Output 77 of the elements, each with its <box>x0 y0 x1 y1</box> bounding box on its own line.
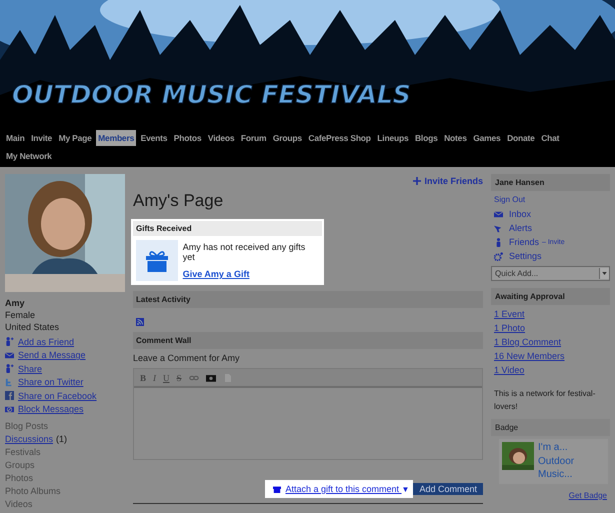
bird-icon <box>5 378 14 387</box>
profile-action-link[interactable]: Share on Facebook <box>18 390 97 401</box>
plus-icon <box>413 177 422 185</box>
profile-action-link[interactable]: Send a Message <box>18 350 86 360</box>
approval-link[interactable]: 1 Video <box>494 365 610 375</box>
nav-tab[interactable]: My Page <box>56 130 94 146</box>
page-title: Amy's Page <box>133 191 224 211</box>
profile-action-link[interactable]: Add as Friend <box>18 336 74 347</box>
approval-link[interactable]: 1 Blog Comment <box>494 337 610 347</box>
user-menu-link[interactable]: Settings <box>509 251 542 261</box>
approval-link[interactable]: 16 New Members <box>494 351 610 361</box>
profile-gender: Female <box>5 310 36 320</box>
person-plus-icon <box>5 337 14 346</box>
badge-text: Outdoor <box>538 454 574 468</box>
badge-text: Music... <box>538 468 574 482</box>
section-link[interactable]: Discussions <box>5 434 54 444</box>
format-button[interactable]: S <box>176 372 182 382</box>
user-menu-link[interactable]: Friends <box>509 237 540 247</box>
section-heading: Comment Wall <box>133 332 483 349</box>
add-comment-button[interactable]: Add Comment <box>413 483 483 495</box>
camera-icon[interactable] <box>206 374 216 382</box>
gift-icon <box>144 250 169 272</box>
nav-tab[interactable]: Invite <box>29 130 54 146</box>
person-icon <box>494 238 503 246</box>
nav-tab[interactable]: Chat <box>539 130 562 146</box>
nav-tab[interactable]: Groups <box>270 130 304 146</box>
envelope-icon <box>494 210 503 218</box>
section-count: (1) <box>56 434 68 444</box>
approval-link[interactable]: 1 Event <box>494 309 610 319</box>
get-badge-link[interactable]: Get Badge <box>568 490 607 500</box>
nav-tab[interactable]: Lineups <box>375 130 410 146</box>
gear-icon <box>494 252 503 260</box>
format-button[interactable]: B <box>140 372 146 382</box>
nav-tab[interactable]: Forum <box>238 130 268 146</box>
section-heading: Gifts Received <box>133 221 322 236</box>
gift-icon <box>273 485 282 493</box>
profile-country: United States <box>5 322 60 332</box>
sign-out-link[interactable]: Sign Out <box>494 195 610 204</box>
nav-tab[interactable]: Notes <box>442 130 469 146</box>
section-heading: Awaiting Approval <box>491 288 610 305</box>
comment-editor[interactable]: B I U S <box>133 368 483 460</box>
section-heading: Badge <box>491 419 610 436</box>
envelope-icon <box>5 350 14 360</box>
dropdown-arrow-icon <box>602 272 607 275</box>
nav-tab[interactable]: Events <box>138 130 170 146</box>
comment-prompt: Leave a Comment for Amy <box>133 353 241 363</box>
blocked-envelope-icon <box>5 404 14 414</box>
format-button[interactable]: I <box>153 372 156 382</box>
nav-tab[interactable]: Blogs <box>412 130 440 146</box>
approval-link[interactable]: 1 Photo <box>494 323 610 333</box>
profile-action-link[interactable]: Block Messages <box>18 404 84 414</box>
network-description: This is a network for festival-lovers! <box>494 388 596 413</box>
nav-tab[interactable]: Members <box>96 130 136 146</box>
badge-card[interactable]: I'm a... Outdoor Music... <box>499 439 608 484</box>
profile-name: Amy <box>5 298 26 308</box>
user-menu-link[interactable]: Inbox <box>509 209 532 219</box>
quick-add-select[interactable]: Quick Add... <box>491 266 610 281</box>
nav-tab[interactable]: Videos <box>206 130 236 146</box>
gift-message: Amy has not received any gifts yet <box>182 242 306 262</box>
profile-action-link[interactable]: Share on Twitter <box>18 377 84 388</box>
person-plus-icon <box>5 364 14 374</box>
nav-tab[interactable]: Photos <box>172 130 204 146</box>
profile-action-link[interactable]: Share <box>18 364 42 374</box>
nav-tab[interactable]: Games <box>471 130 503 146</box>
facebook-icon <box>5 391 14 400</box>
user-menu-link[interactable]: Alerts <box>509 223 532 233</box>
user-name-heading: Jane Hansen <box>491 174 610 191</box>
nav-tab[interactable]: CafePress Shop <box>306 130 373 146</box>
nav-tab[interactable]: Donate <box>505 130 537 146</box>
section-heading: Latest Activity <box>133 291 483 308</box>
format-button[interactable]: U <box>163 372 170 382</box>
nav-tab[interactable]: My Network <box>4 148 54 164</box>
nav-tab[interactable]: Main <box>4 130 27 146</box>
give-gift-link[interactable]: Give Amy a Gift <box>182 269 319 279</box>
badge-text: I'm a... <box>538 441 569 454</box>
invite-friends-link[interactable]: Invite Friends <box>413 174 483 188</box>
rss-icon[interactable] <box>136 318 144 326</box>
